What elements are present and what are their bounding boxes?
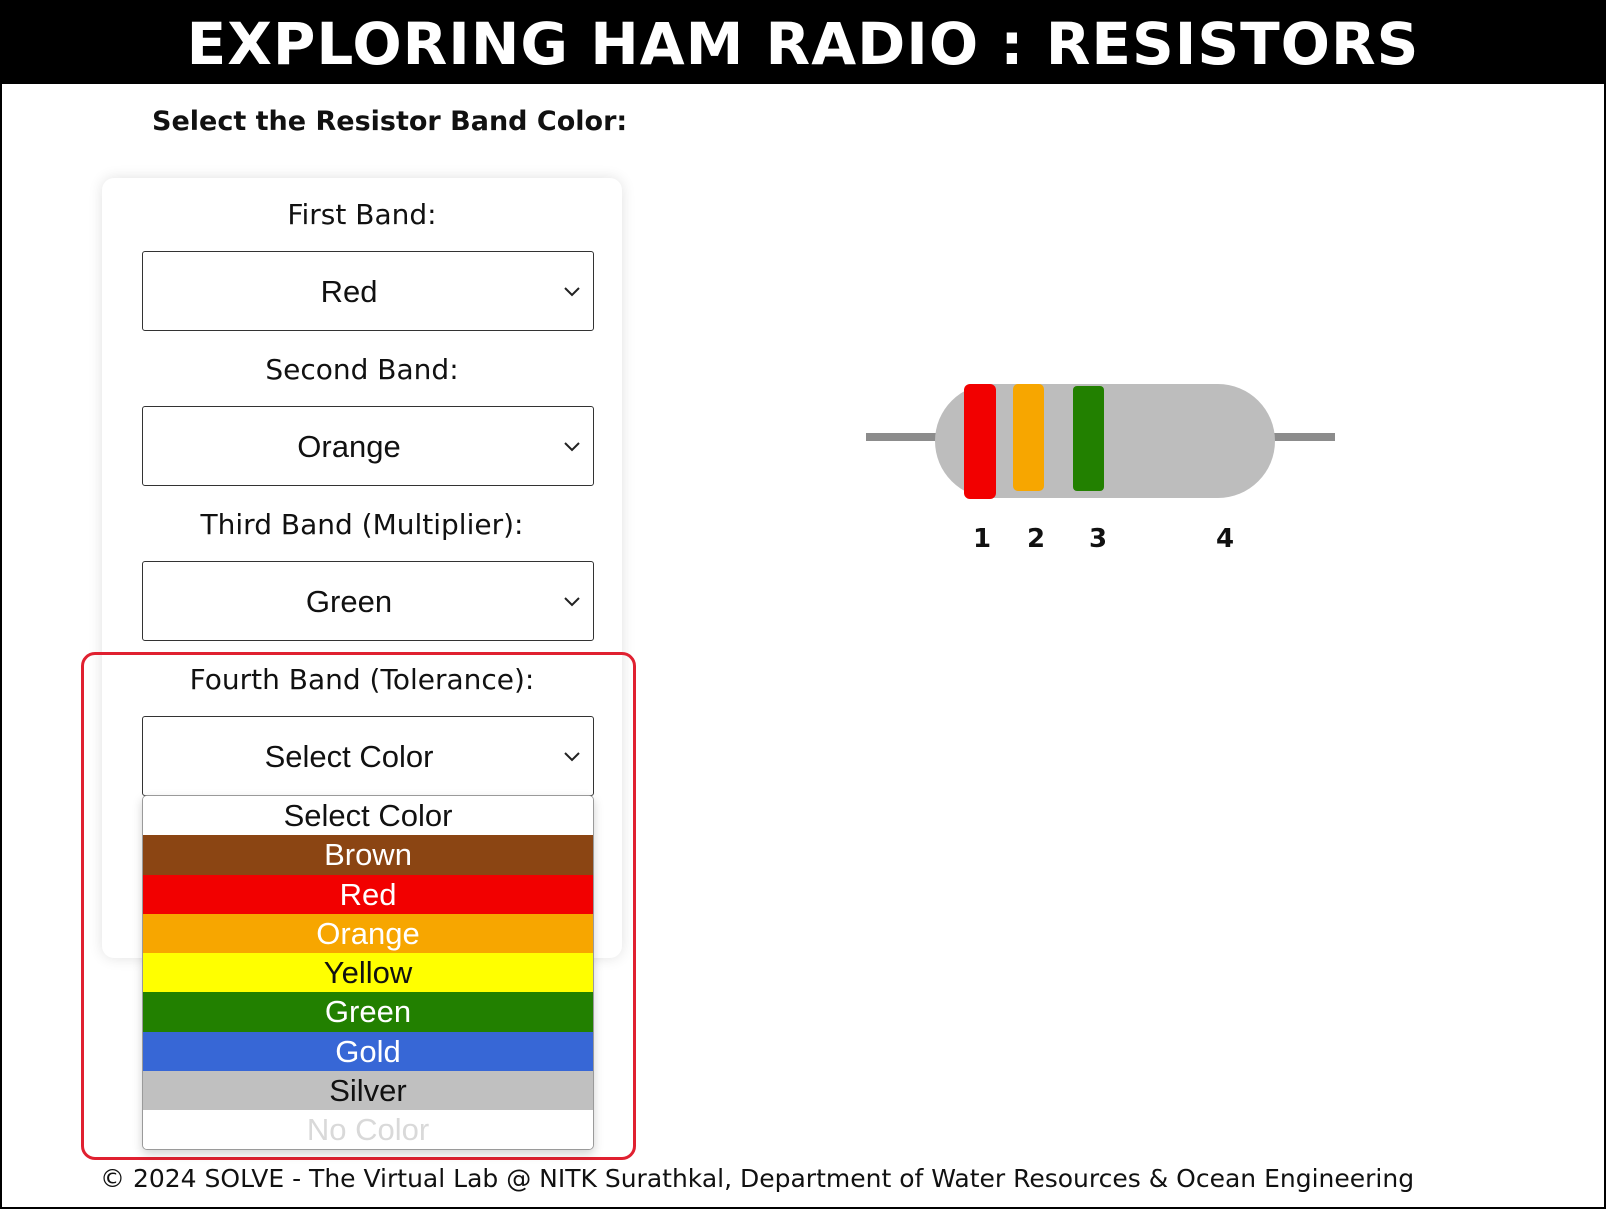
band-number-3: 3 <box>1089 524 1108 554</box>
band-number-4: 4 <box>1216 524 1235 554</box>
resistor-lead-left <box>866 433 946 441</box>
band-number-2: 2 <box>1027 524 1046 554</box>
resistor-band-3 <box>1073 386 1104 491</box>
resistor-lead-right <box>1270 433 1335 441</box>
footer-copyright: © 2024 SOLVE - The Virtual Lab @ NITK Su… <box>100 1164 1415 1193</box>
resistor-diagram <box>866 384 1335 499</box>
resistor-band-1 <box>964 384 996 499</box>
resistor-band-2 <box>1013 384 1044 491</box>
band-number-1: 1 <box>973 524 992 554</box>
